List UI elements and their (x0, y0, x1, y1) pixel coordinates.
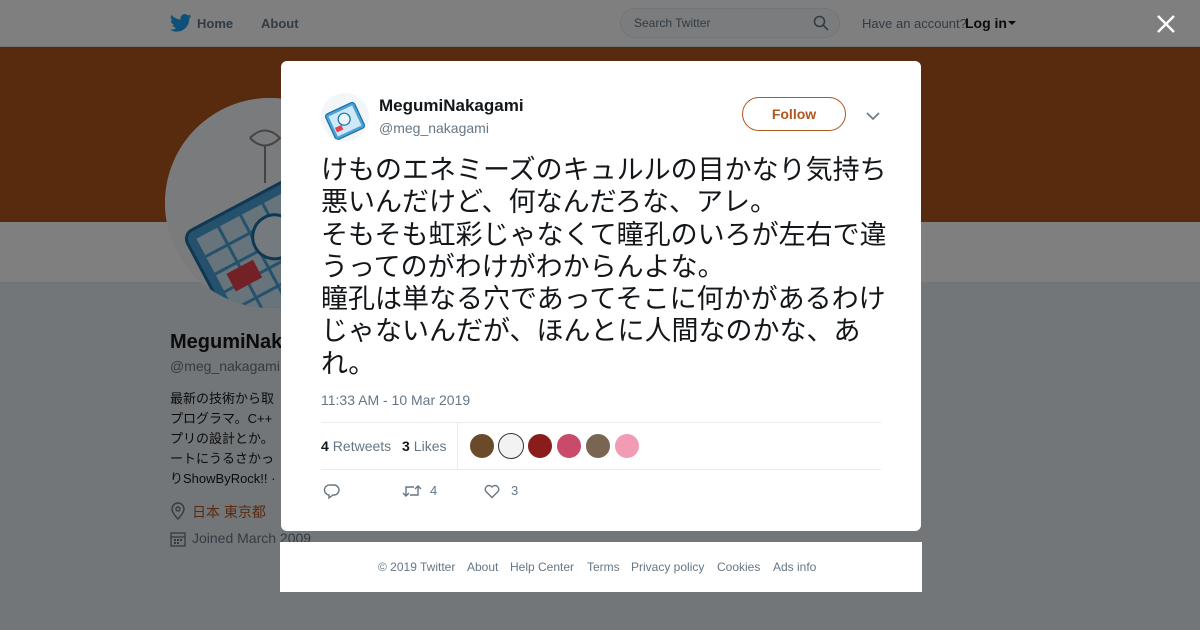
liker-avatar[interactable] (469, 433, 495, 459)
likes-count: 3 (402, 438, 410, 454)
author-name[interactable]: MegumiNakagami (379, 96, 524, 116)
author-handle[interactable]: @meg_nakagami (379, 120, 489, 136)
retweet-icon (402, 485, 422, 497)
footer: © 2019 Twitter About Help Center Terms P… (280, 542, 922, 592)
liker-avatar[interactable] (585, 433, 611, 459)
author-avatar[interactable] (321, 93, 369, 141)
retweets-count: 4 (321, 438, 329, 454)
divider (321, 422, 881, 423)
retweets-label: Retweets (332, 438, 392, 454)
reply-icon (323, 484, 340, 500)
footer-privacy-link[interactable]: Privacy policy (631, 560, 704, 574)
heart-icon (484, 484, 500, 499)
footer-help-link[interactable]: Help Center (510, 560, 574, 574)
footer-copyright: © 2019 Twitter (378, 560, 456, 574)
liker-avatar[interactable] (556, 433, 582, 459)
footer-cookies-link[interactable]: Cookies (717, 560, 760, 574)
retweet-button[interactable]: 4 (402, 482, 442, 500)
chevron-down-icon[interactable] (866, 111, 880, 121)
tweet-timestamp[interactable]: 11:33 AM - 10 Mar 2019 (321, 392, 470, 408)
retweet-count: 4 (430, 483, 438, 498)
likes-label: Likes (413, 438, 447, 454)
footer-ads-link[interactable]: Ads info (773, 560, 816, 574)
divider (321, 469, 881, 470)
like-count: 3 (511, 483, 519, 498)
footer-about-link[interactable]: About (467, 560, 498, 574)
like-button[interactable]: 3 (483, 482, 523, 500)
author-avatar-image (321, 93, 369, 141)
tweet-text: けものエネミーズのキュルルの目かなり気持ち悪いんだけど、何なんだろな、アレ。 そ… (321, 155, 887, 379)
likes-stat[interactable]: 3 Likes (402, 438, 446, 454)
close-icon[interactable] (1156, 14, 1176, 34)
liker-avatar[interactable] (527, 433, 553, 459)
liker-avatar[interactable] (614, 433, 640, 459)
footer-terms-link[interactable]: Terms (587, 560, 620, 574)
retweets-stat[interactable]: 4 Retweets (321, 438, 391, 454)
follow-button[interactable]: Follow (742, 97, 846, 131)
reply-button[interactable] (323, 482, 343, 500)
divider (457, 422, 458, 469)
liker-avatar[interactable] (498, 433, 524, 459)
tweet-modal: MegumiNakagami @meg_nakagami Follow けものエ… (281, 61, 921, 531)
